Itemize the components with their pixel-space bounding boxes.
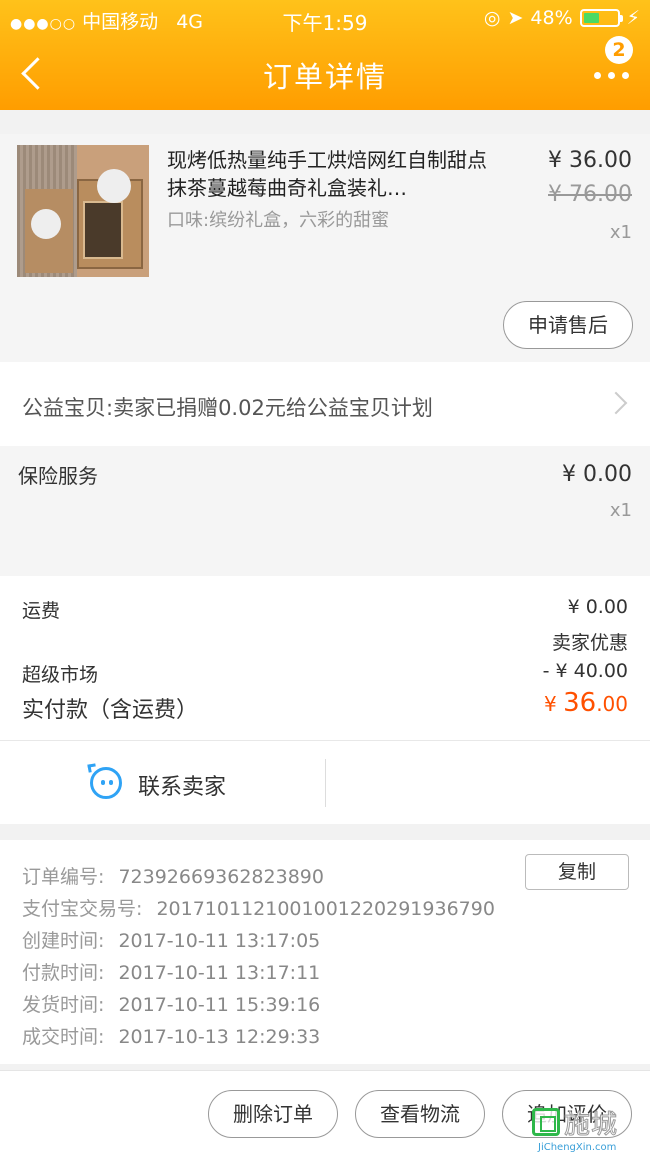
shipped-time-label: 发货时间:	[22, 994, 105, 1016]
order-number-value: 72392669362823890	[118, 866, 324, 888]
alipay-trade-value: 2017101121001001220291936790	[156, 898, 495, 920]
location-icon: ➤	[507, 7, 524, 29]
order-info: 订单编号: 72392669362823890 复制 支付宝交易号: 20171…	[0, 840, 650, 1064]
contact-bar: 联系卖家	[0, 740, 650, 824]
supermarket-value: - ¥ 40.00	[542, 660, 628, 682]
battery-percent: 48%	[530, 7, 573, 29]
product-spec: 口味:缤纷礼盒，六彩的甜蜜	[167, 210, 390, 231]
more-dot-icon	[594, 72, 601, 79]
watermark-logo-icon	[532, 1108, 560, 1136]
alipay-trade-row: 支付宝交易号: 2017101121001001220291936790	[22, 894, 495, 921]
created-time-value: 2017-10-11 13:17:05	[118, 930, 321, 952]
status-right: ◎ ➤ 48% ⚡	[484, 7, 640, 29]
created-time-row: 创建时间: 2017-10-11 13:17:05	[22, 926, 320, 953]
watermark: 施城 JiChengXin.com	[532, 1104, 646, 1154]
charity-text: 公益宝贝:卖家已捐赠0.02元给公益宝贝计划	[22, 396, 433, 420]
total-label: 实付款（含运费）	[22, 698, 199, 723]
order-number-label: 订单编号:	[22, 866, 105, 888]
created-time-label: 创建时间:	[22, 930, 105, 952]
paid-time-label: 付款时间:	[22, 962, 105, 984]
face-eye	[109, 780, 113, 785]
image-window	[83, 201, 123, 259]
charging-icon: ⚡	[626, 7, 640, 29]
header: ●●●○○ 中国移动 4G 下午1:59 ◎ ➤ 48% ⚡ 订单详情 2	[0, 0, 650, 110]
contact-seller-label: 联系卖家	[138, 775, 227, 800]
shipping-value: ¥ 0.00	[567, 596, 628, 618]
product-quantity: x1	[609, 222, 632, 243]
face-ear	[87, 763, 97, 773]
delete-order-button[interactable]: 删除订单	[208, 1090, 338, 1138]
alipay-trade-label: 支付宝交易号:	[22, 898, 143, 920]
shipping-label: 运费	[22, 600, 61, 622]
more-dot-icon	[608, 72, 615, 79]
view-logistics-button[interactable]: 查看物流	[355, 1090, 485, 1138]
message-badge: 2	[605, 36, 633, 64]
divider	[325, 759, 326, 807]
supermarket-label: 超级市场	[22, 664, 99, 686]
watermark-cn: 施城	[563, 1110, 619, 1141]
insurance-label: 保险服务	[18, 464, 98, 488]
contact-seller-button[interactable]: 联系卖家	[0, 741, 325, 825]
seller-discount-label: 卖家优惠	[551, 632, 628, 654]
insurance-row: 保险服务 ¥ 0.00 x1	[0, 446, 650, 576]
smile-face-icon	[87, 763, 122, 799]
chevron-right-icon	[604, 391, 628, 415]
total-value: ¥ 36.00	[544, 688, 628, 718]
paid-time-row: 付款时间: 2017-10-11 13:17:11	[22, 958, 320, 985]
total-decimal: .00	[596, 692, 628, 716]
total-currency: ¥	[544, 692, 557, 716]
product-title[interactable]: 现烤低热量纯手工烘焙网红自制甜点抹茶蔓越莓曲奇礼盒装礼…	[167, 146, 499, 202]
completed-time-row: 成交时间: 2017-10-13 12:29:33	[22, 1022, 320, 1049]
shipped-time-row: 发货时间: 2017-10-11 15:39:16	[22, 990, 320, 1017]
product-price: ¥ 36.00	[548, 148, 632, 173]
more-dot-icon	[622, 72, 629, 79]
insurance-price: ¥ 0.00	[562, 462, 632, 487]
charity-row[interactable]: 公益宝贝:卖家已捐赠0.02元给公益宝贝计划	[0, 362, 650, 446]
image-logo-circle	[97, 169, 131, 203]
battery-icon	[579, 9, 623, 27]
total-integer: 36	[563, 688, 597, 718]
insurance-quantity: x1	[609, 500, 632, 521]
page-title: 订单详情	[262, 60, 387, 94]
completed-time-label: 成交时间:	[22, 1026, 105, 1048]
shipped-time-value: 2017-10-11 15:39:16	[118, 994, 321, 1016]
copy-button[interactable]: 复制	[525, 854, 629, 890]
image-logo-circle	[31, 209, 61, 239]
status-bar: ●●●○○ 中国移动 4G 下午1:59 ◎ ➤ 48% ⚡	[0, 0, 650, 36]
face-eye	[101, 780, 105, 785]
paid-time-value: 2017-10-11 13:17:11	[118, 962, 321, 984]
product-original-price: ¥ 76.00	[548, 182, 632, 207]
fee-summary: 运费 ¥ 0.00 卖家优惠 超级市场 - ¥ 40.00 实付款（含运费） ¥…	[0, 576, 650, 740]
product-image[interactable]	[17, 145, 149, 277]
more-menu-button[interactable]	[592, 60, 632, 90]
battery-level	[583, 13, 600, 23]
completed-time-value: 2017-10-13 12:29:33	[118, 1026, 321, 1048]
rotation-lock-icon: ◎	[483, 7, 501, 29]
apply-aftersale-button[interactable]: 申请售后	[503, 301, 633, 349]
order-item[interactable]: 现烤低热量纯手工烘焙网红自制甜点抹茶蔓越莓曲奇礼盒装礼… 口味:缤纷礼盒，六彩的…	[0, 134, 650, 362]
order-number-row: 订单编号: 72392669362823890	[22, 862, 324, 889]
watermark-en: JiChengXin.com	[538, 1142, 617, 1153]
